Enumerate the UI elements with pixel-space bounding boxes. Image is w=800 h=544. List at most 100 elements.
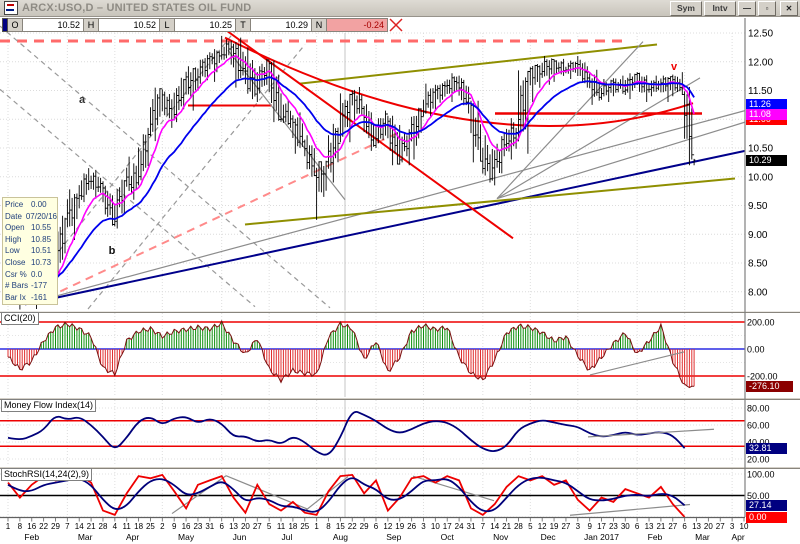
svg-text:17: 17 [443, 522, 452, 531]
svg-text:27: 27 [716, 522, 725, 531]
svg-text:18: 18 [288, 522, 297, 531]
svg-text:1: 1 [6, 522, 11, 531]
tooltip-row: High 10.85 [5, 234, 52, 244]
svg-text:8: 8 [326, 522, 331, 531]
svg-text:14: 14 [75, 522, 84, 531]
stochrsi-label: StochRSI(14,24(2),9) [1, 468, 93, 481]
svg-text:Apr: Apr [126, 532, 139, 542]
svg-text:3: 3 [730, 522, 735, 531]
price-price-badge: 11.08 [746, 109, 787, 121]
svg-text:29: 29 [360, 522, 369, 531]
high-value: 10.52 [99, 18, 160, 32]
svg-text:9.00: 9.00 [748, 230, 768, 241]
svg-text:9: 9 [172, 522, 177, 531]
svg-text:Mar: Mar [695, 532, 710, 542]
crosshair-tooltip: Price 0.00 Date 07/20/16 Open 10.55 High 10.85 L… [2, 197, 58, 306]
svg-text:11.50: 11.50 [748, 86, 773, 97]
price-price-badge: 11.26 [746, 98, 787, 110]
svg-text:28: 28 [514, 522, 523, 531]
svg-text:27: 27 [253, 522, 262, 531]
svg-text:22: 22 [39, 522, 48, 531]
stoch-price-badge: 27.14 [746, 499, 787, 511]
net-change-value: -0.24 [327, 18, 388, 32]
svg-text:16: 16 [182, 522, 191, 531]
title-bar: ARCX:USO,D – UNITED STATES OIL FUND Sym … [0, 0, 800, 17]
svg-text:28: 28 [99, 522, 108, 531]
svg-text:23: 23 [609, 522, 618, 531]
svg-text:10: 10 [740, 522, 749, 531]
svg-text:21: 21 [656, 522, 665, 531]
svg-text:6: 6 [635, 522, 640, 531]
svg-text:5: 5 [267, 522, 272, 531]
svg-text:10.50: 10.50 [748, 144, 773, 155]
trade-value: 10.29 [251, 18, 312, 32]
svg-text:20: 20 [704, 522, 713, 531]
stochrsi-panel[interactable] [0, 469, 745, 517]
trade-label: T [236, 18, 251, 32]
quote-bar: O 10.52 H 10.52 L 10.25 T 10.29 N -0.24 [2, 18, 388, 32]
svg-text:Jul: Jul [282, 532, 293, 542]
svg-text:0.00: 0.00 [747, 345, 765, 355]
tooltip-row: Low 10.51 [5, 246, 52, 256]
symbol-button[interactable]: Sym [670, 0, 702, 16]
low-value: 10.25 [175, 18, 236, 32]
svg-text:9.50: 9.50 [748, 201, 768, 212]
svg-text:Feb: Feb [24, 532, 39, 542]
svg-text:27: 27 [561, 522, 570, 531]
svg-text:17: 17 [597, 522, 606, 531]
svg-text:15: 15 [336, 522, 345, 531]
svg-text:10: 10 [431, 522, 440, 531]
svg-text:31: 31 [467, 522, 476, 531]
minimize-button[interactable]: — [738, 0, 756, 16]
svg-text:22: 22 [348, 522, 357, 531]
svg-text:Feb: Feb [648, 532, 663, 542]
price-price-badge: 10.29 [746, 154, 787, 166]
svg-text:24: 24 [455, 522, 464, 531]
svg-text:6: 6 [374, 522, 379, 531]
svg-text:4: 4 [113, 522, 118, 531]
svg-text:7: 7 [65, 522, 70, 531]
svg-text:26: 26 [407, 522, 416, 531]
svg-text:200.00: 200.00 [747, 318, 775, 328]
tooltip-row: # Bars -177 [5, 281, 48, 291]
svg-text:29: 29 [51, 522, 60, 531]
high-label: H [84, 18, 99, 32]
price-panel[interactable] [0, 18, 745, 310]
svg-text:13: 13 [645, 522, 654, 531]
svg-text:Jun: Jun [233, 532, 247, 542]
mfi-price-badge: 32.81 [746, 442, 787, 454]
svg-text:Dec: Dec [541, 532, 557, 542]
svg-text:27: 27 [668, 522, 677, 531]
cci-price-badge: -276.10 [746, 380, 793, 392]
svg-text:2: 2 [160, 522, 165, 531]
svg-text:12: 12 [538, 522, 547, 531]
cci-panel[interactable] [0, 313, 745, 397]
svg-text:11: 11 [277, 522, 286, 531]
svg-text:16: 16 [27, 522, 36, 531]
svg-text:23: 23 [193, 522, 202, 531]
interval-button[interactable]: Intv [704, 0, 736, 16]
svg-text:12.50: 12.50 [748, 29, 773, 40]
svg-text:80.00: 80.00 [747, 404, 770, 414]
svg-text:25: 25 [300, 522, 309, 531]
mfi-panel[interactable] [0, 400, 745, 466]
mfi-label: Money Flow Index(14) [1, 399, 97, 412]
svg-text:1: 1 [314, 522, 319, 531]
svg-text:30: 30 [621, 522, 630, 531]
svg-text:Oct: Oct [441, 532, 455, 542]
svg-text:19: 19 [550, 522, 559, 531]
svg-text:18: 18 [134, 522, 143, 531]
close-button[interactable]: ✕ [780, 0, 798, 16]
tooltip-row: Open 10.55 [5, 223, 52, 233]
svg-text:7: 7 [481, 522, 486, 531]
svg-text:10.00: 10.00 [748, 172, 773, 183]
svg-text:11: 11 [123, 522, 132, 531]
window-title: ARCX:USO,D – UNITED STATES OIL FUND [22, 2, 252, 14]
svg-text:13: 13 [692, 522, 701, 531]
restore-button[interactable]: ▫ [758, 0, 776, 16]
open-label: O [8, 18, 23, 32]
low-label: L [160, 18, 175, 32]
svg-text:21: 21 [502, 522, 511, 531]
svg-text:Jan 2017: Jan 2017 [584, 532, 619, 542]
svg-text:13: 13 [229, 522, 238, 531]
